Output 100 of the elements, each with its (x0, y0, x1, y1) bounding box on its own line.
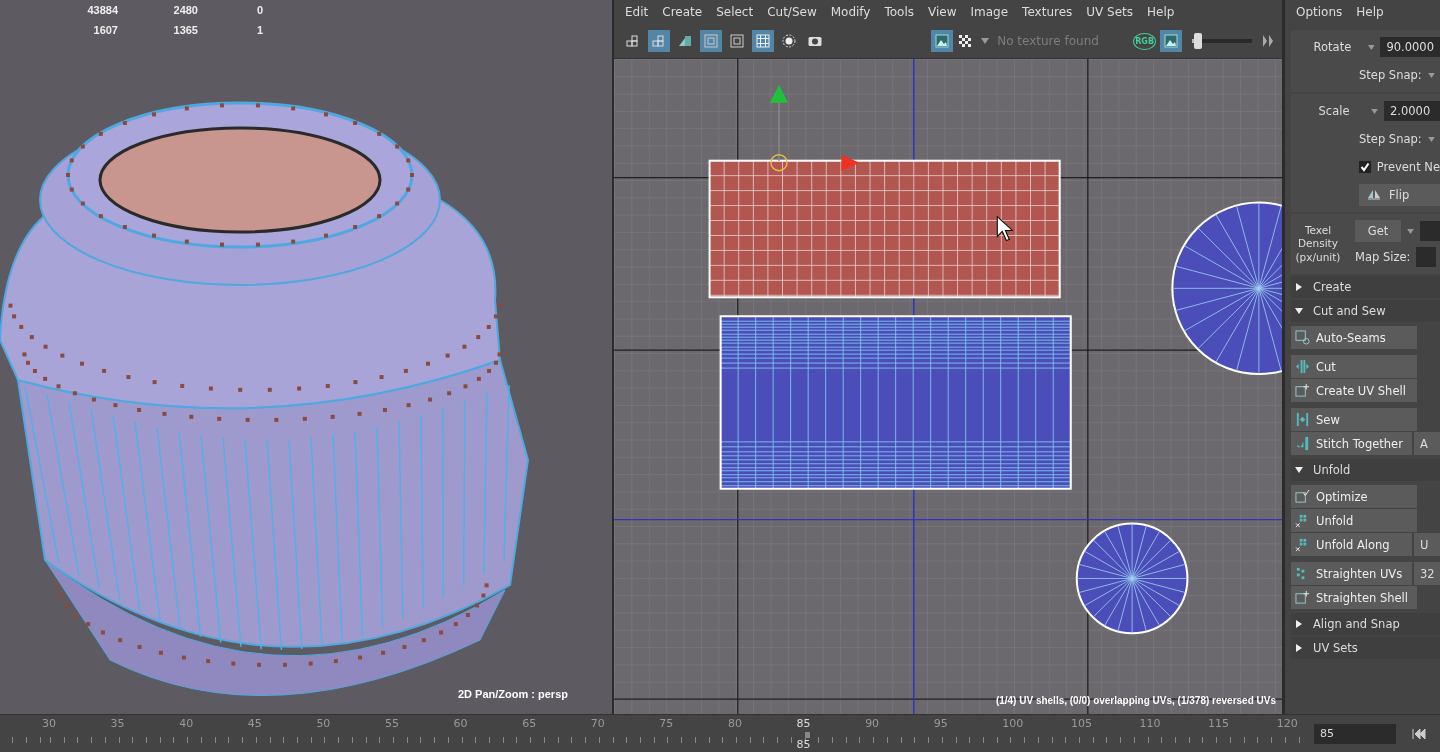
section-title: Cut and Sew (1313, 304, 1386, 318)
current-frame-marker[interactable] (804, 732, 810, 739)
frame-label: 40 (179, 717, 194, 731)
frame-label: 95 (933, 717, 948, 731)
section-title: Unfold (1313, 463, 1351, 477)
menu-item[interactable]: Options (1289, 5, 1350, 19)
prevent-checkbox[interactable] (1359, 161, 1371, 173)
uv-shell-disc[interactable] (1075, 522, 1189, 635)
map-size-field[interactable] (1416, 247, 1437, 267)
menu-item[interactable]: Tools (877, 5, 922, 19)
scale-field[interactable]: 2.0000 (1384, 101, 1440, 121)
tool-button[interactable]: Cut (1291, 355, 1417, 378)
tool-label: Auto-Seams (1316, 330, 1386, 345)
get-button[interactable]: Get (1355, 220, 1401, 242)
current-frame-label: 85 (796, 738, 811, 752)
image-tool-button[interactable] (931, 30, 954, 52)
side-tool-button[interactable]: U (1414, 533, 1440, 556)
collapse-caret-icon (1295, 466, 1303, 474)
menu-item[interactable]: Edit (618, 5, 656, 19)
dropdown-caret-icon[interactable] (1427, 72, 1435, 78)
move-manipulator-icon[interactable] (769, 84, 860, 172)
frame-label: 100 (1002, 717, 1024, 731)
menu-item[interactable]: Modify (823, 5, 878, 19)
image-icon (934, 33, 951, 49)
frame-icon (729, 33, 745, 49)
menu-item[interactable]: Textures (1015, 5, 1080, 19)
menu-item[interactable]: View (921, 5, 964, 19)
checker-icon[interactable] (957, 33, 974, 49)
section-header[interactable]: Cut and Sew (1291, 300, 1440, 322)
step-snap-label: Step Snap: (1359, 132, 1422, 146)
tool-button[interactable]: Create UV Shell (1291, 379, 1417, 402)
uv-grid-canvas[interactable]: (1/4) UV shells, (0/0) overlapping UVs, (1/378) reversed UVs (614, 59, 1282, 715)
uv-status-text: (1/4) UV shells, (0/0) overlapping UVs, (1/378) reversed UVs (995, 695, 1276, 707)
rotate-field[interactable]: 90.0000 (1380, 37, 1440, 57)
menu-item[interactable]: Image (963, 5, 1016, 19)
tool-button[interactable]: Optimize (1291, 485, 1417, 508)
dropdown-caret-icon[interactable] (1371, 108, 1378, 114)
tool-label: Stitch Together (1316, 436, 1403, 451)
menu-item[interactable]: Cut/Sew (760, 5, 824, 19)
dropdown-caret-icon[interactable] (1427, 136, 1435, 142)
tool-button[interactable]: Auto-Seams (1291, 326, 1417, 349)
sew-icon (1295, 412, 1310, 427)
tool-button[interactable]: Unfold (1291, 509, 1417, 532)
section-header[interactable]: UV Sets (1291, 637, 1440, 659)
section-header[interactable]: Align and Snap (1291, 613, 1440, 635)
menu-item[interactable]: UV Sets (1079, 5, 1141, 19)
flip-button[interactable]: Flip (1359, 184, 1440, 206)
texel-density-label: Texel Density (px/unit) (1294, 224, 1342, 264)
menu-item[interactable]: Help (1140, 5, 1182, 19)
scale-label: Scale (1317, 104, 1351, 118)
tool-button[interactable]: Sew (1291, 408, 1417, 431)
section-header[interactable]: Create (1291, 276, 1440, 298)
dropdown-caret-icon[interactable] (1367, 44, 1375, 50)
expand-arrows-icon[interactable] (1262, 33, 1274, 49)
tool-button[interactable]: Straighten Shell (1291, 586, 1417, 609)
poly-count: 1607 (92, 24, 118, 36)
uv-shell-disc[interactable] (1171, 201, 1282, 376)
rotate-label: Rotate (1312, 40, 1353, 54)
side-tool-button[interactable]: 32 (1414, 562, 1440, 585)
shells-tool-button[interactable] (648, 30, 670, 52)
frame-label: 105 (1070, 717, 1092, 731)
image-display-button[interactable] (1160, 30, 1182, 52)
frame-label: 45 (247, 717, 262, 731)
selected-uv-shell[interactable] (708, 159, 1061, 299)
frame-label: 35 (110, 717, 125, 731)
uv-shell[interactable] (719, 315, 1072, 490)
poly-count: 1365 (172, 24, 198, 36)
tool-label: Unfold (1316, 513, 1354, 528)
image-icon (1163, 33, 1179, 49)
tool-button[interactable]: Straighten UVs (1291, 562, 1412, 585)
menu-item[interactable]: Select (709, 5, 761, 19)
tool-button[interactable]: Unfold Along (1291, 533, 1412, 556)
seams-icon (1295, 330, 1310, 345)
poly-count: 2480 (172, 4, 198, 16)
section-header[interactable]: Unfold (1291, 459, 1440, 481)
dropdown-caret-icon[interactable] (1407, 228, 1414, 234)
tool-label: Optimize (1316, 489, 1368, 504)
poly-count: 43884 (86, 4, 118, 16)
tool-button[interactable]: Stitch Together (1291, 432, 1412, 455)
skip-to-start-icon[interactable] (1412, 727, 1428, 740)
collapse-caret-icon (1295, 307, 1303, 315)
shells-icon (625, 33, 641, 49)
current-frame-field[interactable]: 85 (1314, 723, 1396, 744)
texel-field[interactable] (1420, 221, 1440, 241)
frame-label: 65 (522, 717, 537, 731)
tool-label: Unfold Along (1316, 537, 1390, 552)
shells-icon (651, 33, 667, 49)
ring-icon (781, 33, 797, 49)
frame-label: 70 (590, 717, 605, 731)
tool-label: Straighten Shell (1316, 590, 1408, 605)
frame-label: 115 (1208, 717, 1230, 731)
dropdown-caret-icon[interactable] (981, 38, 990, 44)
side-tool-button[interactable]: A (1414, 432, 1440, 455)
mouse-cursor-icon (996, 216, 1013, 241)
menu-item[interactable]: Create (655, 5, 710, 19)
frame-label: 90 (865, 717, 880, 731)
tool-label: Straighten UVs (1316, 566, 1403, 581)
frame-label: 50 (316, 717, 331, 731)
menu-item[interactable]: Help (1349, 5, 1391, 19)
3d-viewport[interactable]: 43884 2480 0 1607 1365 1 2D Pan/Zoom : persp (0, 0, 612, 715)
